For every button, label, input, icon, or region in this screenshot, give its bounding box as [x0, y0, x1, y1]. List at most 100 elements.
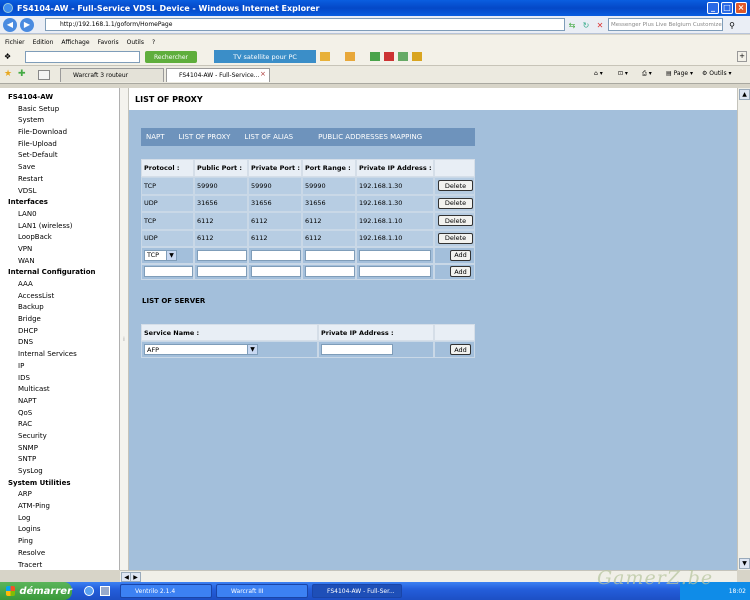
toolbar-green-icon[interactable]	[370, 52, 380, 61]
private-port-input-2[interactable]	[251, 266, 301, 278]
menu-help[interactable]: ?	[152, 39, 155, 46]
sidebar-item-lan0[interactable]: LAN0	[0, 209, 119, 221]
server-private-ip-input[interactable]	[321, 344, 393, 355]
toolbar-folder-icon[interactable]	[320, 52, 330, 61]
subnav-public-addresses-mapping[interactable]: PUBLIC ADDRESSES MAPPING	[318, 133, 422, 141]
protocol-select[interactable]: TCP ▼	[144, 249, 177, 261]
public-port-input[interactable]	[197, 249, 247, 261]
tab-close-icon[interactable]: ×	[260, 70, 266, 78]
sidebar-item-save[interactable]: Save	[0, 162, 119, 174]
minimize-button[interactable]: _	[707, 2, 719, 14]
delete-button[interactable]: Delete	[438, 232, 473, 244]
private-ip-input[interactable]	[359, 249, 431, 261]
forward-icon[interactable]: ▶	[20, 17, 34, 32]
sidebar-item-dhcp[interactable]: DHCP	[0, 326, 119, 338]
close-button[interactable]: ×	[735, 2, 747, 14]
sidebar-item-logins[interactable]: Logins	[0, 524, 119, 536]
sidebar-item-snmp[interactable]: SNMP	[0, 443, 119, 455]
add-button-2[interactable]: Add	[450, 266, 471, 278]
delete-button[interactable]: Delete	[438, 215, 473, 227]
menu-fichier[interactable]: Fichier	[5, 39, 25, 46]
sidebar-item-arp[interactable]: ARP	[0, 489, 119, 501]
sidebar-item-bridge[interactable]: Bridge	[0, 314, 119, 326]
sidebar-item-resolve[interactable]: Resolve	[0, 548, 119, 560]
sidebar-item-internal-services[interactable]: Internal Services	[0, 349, 119, 361]
quick-tabs-icon[interactable]	[38, 70, 50, 80]
menu-favoris[interactable]: Favoris	[98, 39, 119, 46]
sidebar-item-multicast[interactable]: Multicast	[0, 384, 119, 396]
tab-fs4104[interactable]: FS4104-AW - Full-Service...	[166, 68, 270, 82]
menu-outils[interactable]: Outils	[127, 39, 144, 46]
toolbar-messenger-icon[interactable]	[412, 52, 422, 61]
task-warcraft[interactable]: Warcraft III	[216, 584, 308, 598]
sidebar-item-napt[interactable]: NAPT	[0, 396, 119, 408]
sidebar-item-ids[interactable]: IDS	[0, 373, 119, 385]
favorites-star-icon[interactable]: ★	[4, 69, 12, 79]
stop-icon[interactable]: ✕	[594, 19, 606, 31]
private-port-input[interactable]	[251, 249, 301, 261]
quicklaunch-ie-icon[interactable]	[84, 586, 94, 596]
sidebar-item-rac[interactable]: RAC	[0, 419, 119, 431]
subnav-napt[interactable]: NAPT	[146, 133, 165, 141]
port-range-input[interactable]	[305, 249, 355, 261]
frame-splitter[interactable]: ⁞	[120, 88, 129, 570]
sidebar-item-restart[interactable]: Restart	[0, 174, 119, 186]
sidebar-item-lan1[interactable]: LAN1 (wireless)	[0, 221, 119, 233]
sidebar-item-accesslist[interactable]: AccessList	[0, 291, 119, 303]
add-button[interactable]: Add	[450, 249, 471, 261]
public-port-input-2[interactable]	[197, 266, 247, 278]
task-ventrilo[interactable]: Ventrilo 2.1.4	[120, 584, 212, 598]
sidebar-item-ping[interactable]: Ping	[0, 536, 119, 548]
port-range-input-2[interactable]	[305, 266, 355, 278]
sidebar-item-file-upload[interactable]: File-Upload	[0, 139, 119, 151]
print-icon[interactable]: ⎙ ▾	[642, 70, 652, 78]
sidebar-item-system[interactable]: System	[0, 115, 119, 127]
maximize-button[interactable]: □	[721, 2, 733, 14]
feeds-icon[interactable]: ⊡ ▾	[618, 70, 628, 77]
private-ip-input-2[interactable]	[359, 266, 431, 278]
sidebar-item-file-download[interactable]: File-Download	[0, 127, 119, 139]
subnav-list-of-alias[interactable]: LIST OF ALIAS	[244, 133, 293, 141]
tools-menu[interactable]: ⚙ Outils ▾	[702, 70, 732, 77]
delete-button[interactable]: Delete	[438, 197, 473, 209]
sidebar-item-backup[interactable]: Backup	[0, 302, 119, 314]
sidebar-heading[interactable]: FS4104-AW	[0, 92, 119, 104]
scroll-up-icon[interactable]: ▲	[739, 89, 750, 100]
service-name-select[interactable]: AFP ▼	[144, 344, 258, 355]
sidebar-item-vpn[interactable]: VPN	[0, 244, 119, 256]
sidebar-item-loopback[interactable]: LoopBack	[0, 232, 119, 244]
go-icon[interactable]: ⇆	[566, 19, 578, 31]
home-icon[interactable]: ⌂ ▾	[594, 70, 603, 77]
menu-edition[interactable]: Edition	[33, 39, 54, 46]
sidebar-item-tracert[interactable]: Tracert	[0, 560, 119, 572]
scroll-down-icon[interactable]: ▼	[739, 558, 750, 569]
sidebar-item-syslog[interactable]: SysLog	[0, 466, 119, 478]
tab-warcraft[interactable]: Warcraft 3 routeur	[60, 68, 164, 82]
sidebar-item-atm-ping[interactable]: ATM-Ping	[0, 501, 119, 513]
sidebar-item-basic-setup[interactable]: Basic Setup	[0, 104, 119, 116]
toolbar-plus-icon[interactable]: +	[737, 51, 747, 62]
sidebar-item-qos[interactable]: QoS	[0, 408, 119, 420]
sidebar-item-security[interactable]: Security	[0, 431, 119, 443]
start-button[interactable]: démarrer	[0, 582, 72, 600]
page-menu[interactable]: ▤ Page ▾	[666, 70, 693, 77]
scroll-right-icon[interactable]: ▶	[130, 572, 141, 582]
rechercher-button[interactable]: Rechercher	[145, 51, 197, 63]
toolbar-map-icon[interactable]	[398, 52, 408, 61]
toolbar-star-icon[interactable]	[345, 52, 355, 61]
server-add-button[interactable]: Add	[450, 344, 471, 355]
toolbar-flag-icon[interactable]	[384, 52, 394, 61]
sidebar-item-dns[interactable]: DNS	[0, 337, 119, 349]
back-icon[interactable]: ◀	[3, 17, 17, 32]
add-favorite-icon[interactable]: ✚	[18, 69, 26, 79]
toolbar-search-input[interactable]	[25, 51, 140, 63]
sidebar-item-log[interactable]: Log	[0, 513, 119, 525]
delete-button[interactable]: Delete	[438, 180, 473, 192]
url-field[interactable]: http://192.168.1.1/goform/HomePage	[45, 18, 565, 31]
sidebar-item-aaa[interactable]: AAA	[0, 279, 119, 291]
refresh-icon[interactable]: ↻	[580, 19, 592, 31]
task-fs4104[interactable]: FS4104-AW - Full-Ser...	[312, 584, 402, 598]
protocol-input[interactable]	[144, 266, 193, 278]
tv-satellite-button[interactable]: TV satellite pour PC	[214, 50, 316, 63]
sidebar-item-vdsl[interactable]: VDSL	[0, 186, 119, 198]
